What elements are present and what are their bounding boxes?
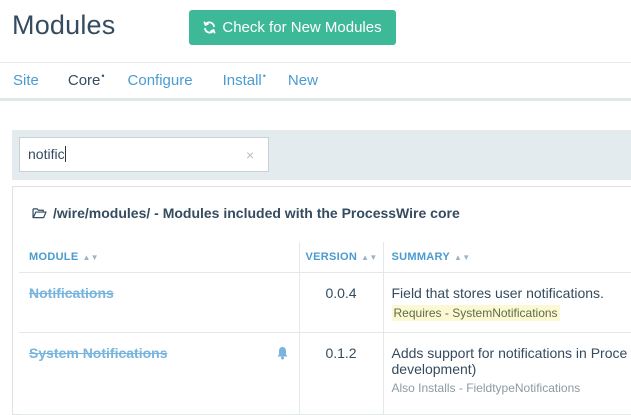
table-row: Notifications 0.0.4 Field that stores us…	[19, 272, 631, 333]
tab-core-indicator: •	[101, 71, 105, 81]
module-tabs: Site Core• Configure Install• New	[13, 71, 318, 89]
module-link-notifications[interactable]: Notifications	[29, 285, 114, 301]
folder-open-icon	[32, 208, 47, 219]
tab-site[interactable]: Site	[13, 72, 39, 89]
module-summary-continued: development)	[391, 360, 477, 377]
text-caret	[64, 146, 66, 162]
module-summary: Field that stores user notifications.	[391, 284, 604, 301]
refresh-icon	[203, 21, 216, 34]
tab-core[interactable]: Core•	[68, 71, 105, 89]
also-installs-note: Also Installs - FieldtypeNotifications	[391, 380, 581, 395]
column-header-module[interactable]: MODULE ▲▼	[19, 242, 300, 273]
sort-icon: ▲▼	[361, 252, 378, 262]
module-link-system-notifications[interactable]: System Notifications	[29, 345, 167, 361]
core-modules-panel: /wire/modules/ - Modules included with t…	[12, 186, 631, 415]
module-version: 0.0.4	[299, 272, 384, 333]
column-header-version[interactable]: VERSION ▲▼	[299, 242, 384, 273]
sort-icon: ▲▼	[454, 252, 471, 262]
module-summary: Adds support for notifications in Proce	[391, 344, 628, 361]
bell-icon	[277, 346, 288, 359]
modules-table: MODULE ▲▼ VERSION ▲▼ SUMMARY ▲▼ Notificatio…	[19, 242, 631, 415]
tabs-top-divider	[0, 62, 631, 63]
table-row: System Notifications 0.1.2 Adds support …	[19, 332, 631, 415]
panel-heading: /wire/modules/ - Modules included with t…	[32, 205, 460, 221]
clear-icon[interactable]: ×	[246, 147, 254, 163]
tab-configure[interactable]: Configure	[128, 72, 193, 89]
column-header-summary[interactable]: SUMMARY ▲▼	[383, 242, 631, 273]
tabs-bottom-border	[0, 98, 631, 101]
sort-icon: ▲▼	[82, 252, 99, 262]
filter-input[interactable]: notific	[28, 146, 228, 162]
check-new-modules-button[interactable]: Check for New Modules	[189, 10, 396, 45]
requires-note: Requires - SystemNotifications	[391, 304, 560, 321]
page-title: Modules	[12, 10, 116, 40]
panel-heading-text: /wire/modules/ - Modules included with t…	[53, 205, 460, 221]
tab-install-indicator: •	[262, 71, 266, 81]
tab-install[interactable]: Install•	[223, 71, 266, 89]
module-version: 0.1.2	[299, 332, 384, 415]
tab-new[interactable]: New	[288, 72, 318, 89]
filter-field[interactable]: notific ×	[19, 137, 269, 172]
check-new-modules-label: Check for New Modules	[222, 19, 382, 36]
